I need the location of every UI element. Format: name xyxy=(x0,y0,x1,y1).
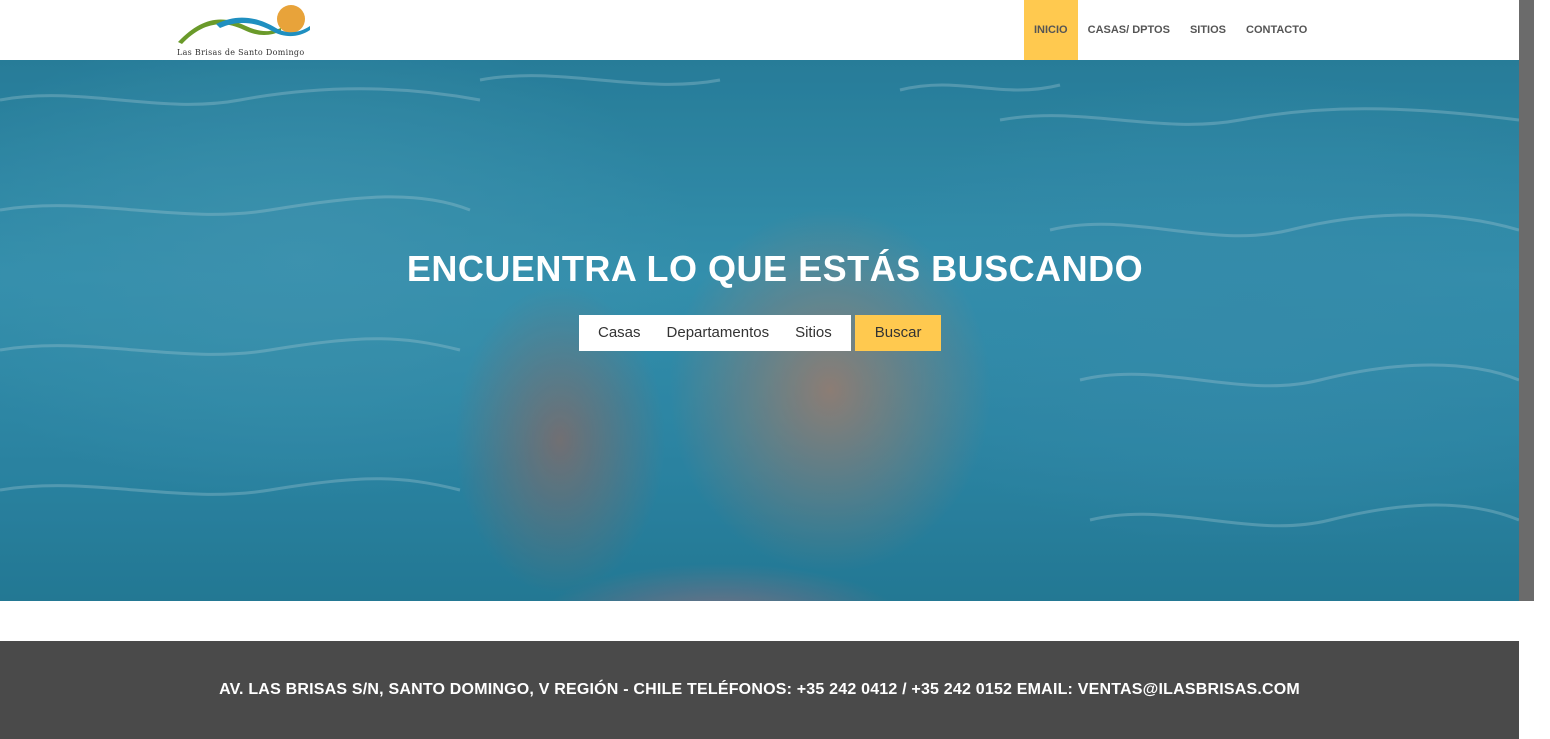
site-header: Las Brisas de Santo Domingo INICIO CASAS… xyxy=(0,0,1519,60)
site-footer: AV. LAS BRISAS S/N, SANTO DOMINGO, V REG… xyxy=(0,641,1519,739)
logo-graphic xyxy=(178,5,310,44)
footer-contact-info: AV. LAS BRISAS S/N, SANTO DOMINGO, V REG… xyxy=(219,681,1300,698)
search-button[interactable]: Buscar xyxy=(854,315,942,351)
nav-item-contacto[interactable]: CONTACTO xyxy=(1236,0,1317,60)
search-tabs: Casas Departamentos Sitios xyxy=(579,315,851,351)
search-tab-departamentos[interactable]: Departamentos xyxy=(654,315,783,351)
hero-title: ENCUENTRA LO QUE ESTÁS BUSCANDO xyxy=(406,248,1144,289)
nav-item-inicio[interactable]: INICIO xyxy=(1024,0,1078,60)
search-tab-casas[interactable]: Casas xyxy=(585,315,654,351)
search-bar: Casas Departamentos Sitios Buscar xyxy=(579,315,942,351)
nav-item-sitios[interactable]: SITIOS xyxy=(1180,0,1236,60)
hero-section: ENCUENTRA LO QUE ESTÁS BUSCANDO Casas De… xyxy=(0,60,1519,601)
search-tab-sitios[interactable]: Sitios xyxy=(782,315,845,351)
site-logo[interactable]: Las Brisas de Santo Domingo xyxy=(176,4,314,58)
scrollbar[interactable] xyxy=(1519,0,1534,601)
main-nav: INICIO CASAS/ DPTOS SITIOS CONTACTO xyxy=(1024,0,1317,60)
nav-item-casas-dptos[interactable]: CASAS/ DPTOS xyxy=(1078,0,1180,60)
logo-text: Las Brisas de Santo Domingo xyxy=(177,48,305,57)
